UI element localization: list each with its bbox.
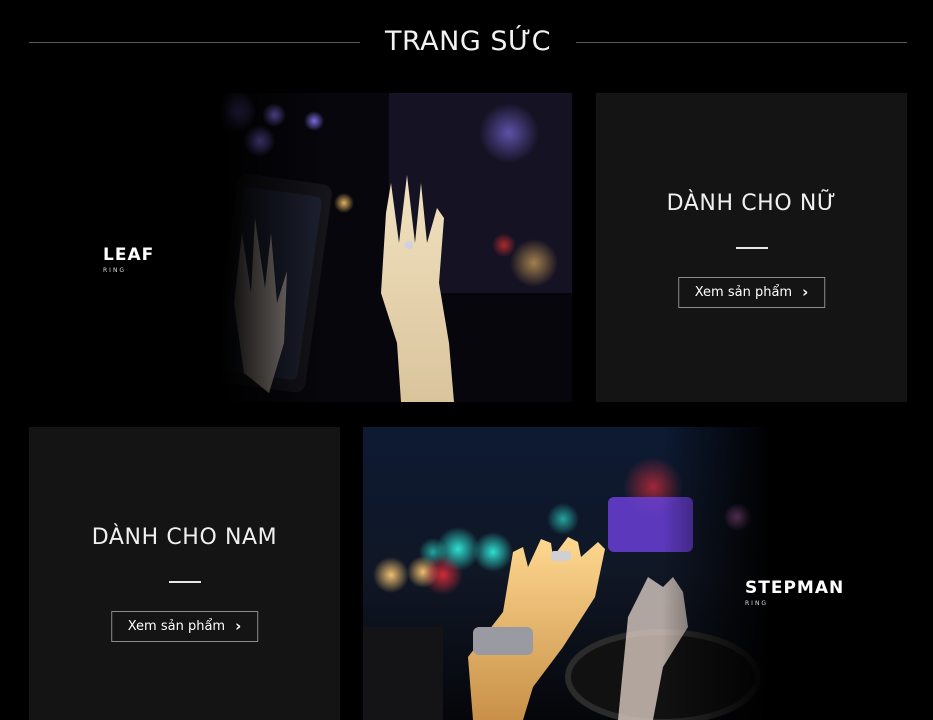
header-rule-right: [576, 42, 907, 43]
section-title: TRANG SỨC: [385, 26, 551, 57]
chevron-right-icon: ›: [235, 617, 242, 635]
brand-name: STEPMAN: [745, 578, 845, 598]
men-title-divider: [168, 581, 201, 583]
section-header: TRANG SỨC: [29, 22, 907, 62]
women-view-products-button[interactable]: Xem sản phẩm ›: [677, 277, 826, 308]
stepman-ring-brand: STEPMAN RING: [745, 578, 845, 608]
women-category-panel: DÀNH CHO NỮ Xem sản phẩm ›: [596, 93, 907, 402]
leaf-ring-brand: LEAF RING: [103, 245, 155, 275]
men-category-title: DÀNH CHO NAM: [91, 525, 278, 550]
men-category-panel: DÀNH CHO NAM Xem sản phẩm ›: [29, 427, 340, 720]
women-title-divider: [735, 247, 768, 249]
brand-name: LEAF: [103, 245, 155, 265]
brand-sub: RING: [103, 267, 127, 274]
men-ring-photo-image: [363, 427, 907, 720]
women-ring-photo[interactable]: LEAF RING: [29, 93, 572, 402]
brand-sub: RING: [745, 600, 769, 607]
women-category-title: DÀNH CHO NỮ: [666, 191, 837, 216]
men-view-products-button[interactable]: Xem sản phẩm ›: [110, 611, 259, 642]
header-rule-left: [29, 42, 360, 43]
button-label: Xem sản phẩm: [694, 285, 793, 300]
chevron-right-icon: ›: [802, 283, 809, 301]
men-ring-photo[interactable]: STEPMAN RING: [363, 427, 907, 720]
button-label: Xem sản phẩm: [127, 619, 226, 634]
